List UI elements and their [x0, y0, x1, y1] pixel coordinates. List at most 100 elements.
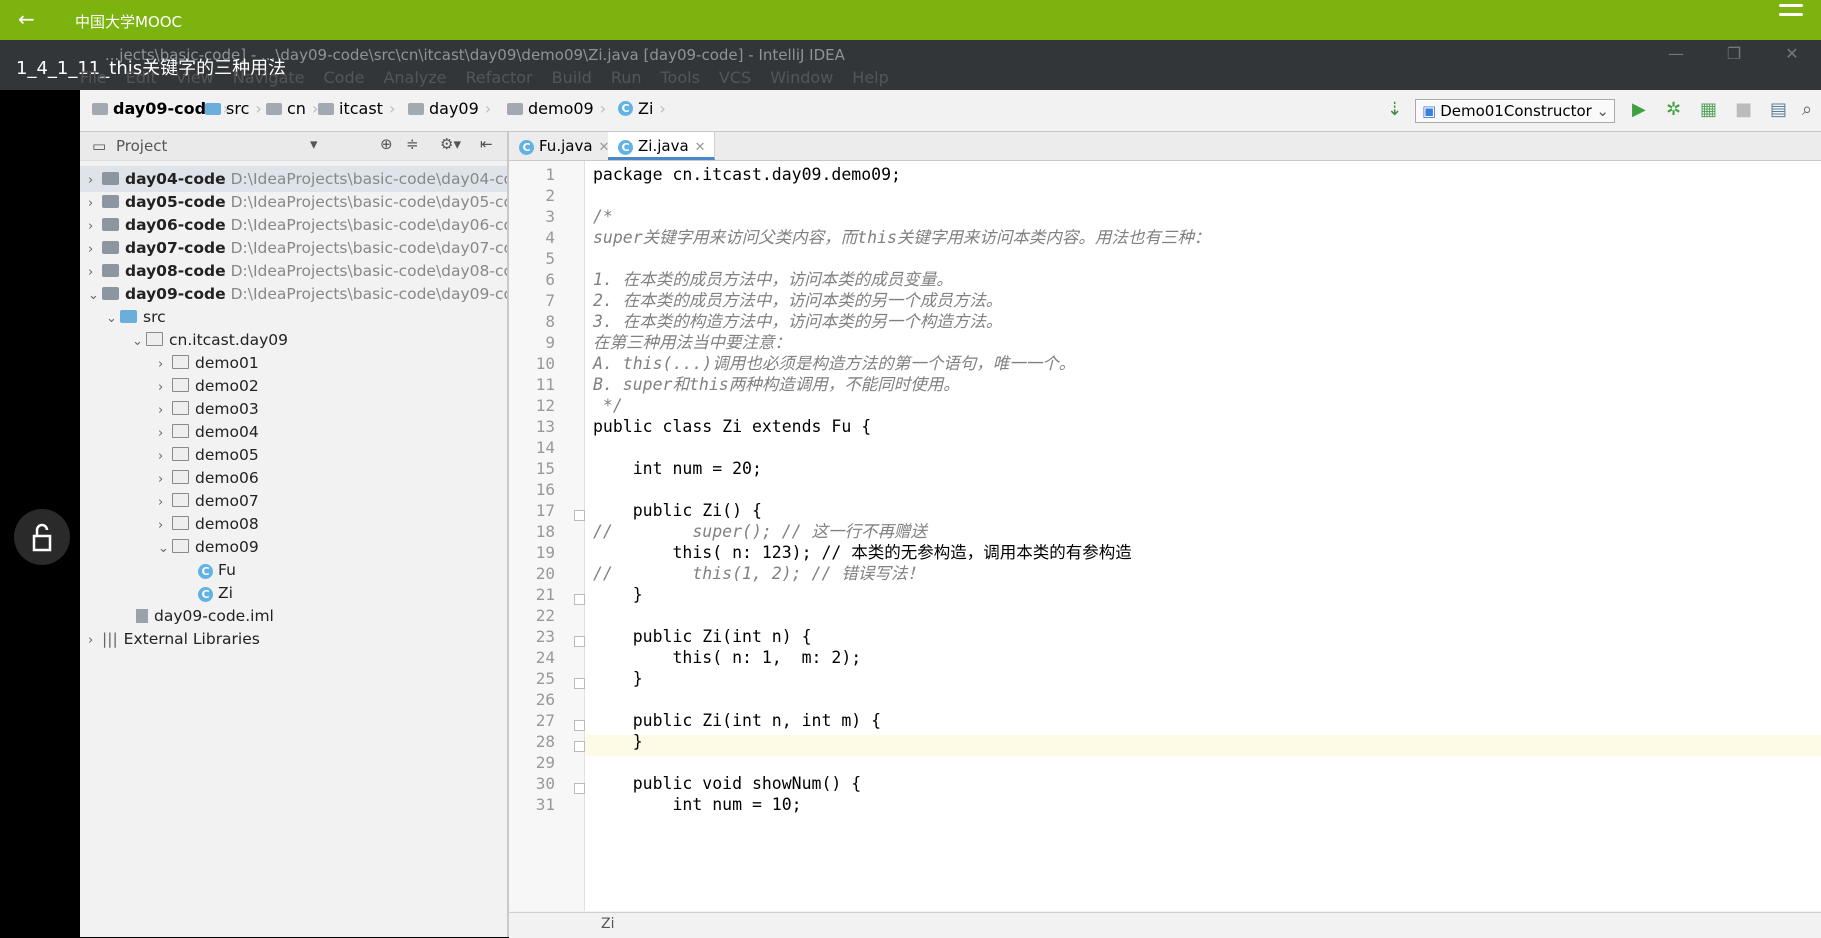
project-panel-header: ▭ Project ▾ ⊕ ≑ ⚙▾ ⇤	[80, 132, 507, 161]
class-icon: C	[618, 140, 633, 155]
code-line: 2. 在本类的成员方法中，访问本类的另一个成员方法。	[593, 291, 1003, 310]
breadcrumb-itcast[interactable]: itcast ›	[318, 99, 395, 118]
package-icon	[172, 424, 189, 438]
chevron-down-icon[interactable]: ▾	[310, 135, 318, 153]
project-panel-title[interactable]: Project	[116, 137, 167, 155]
breadcrumb-cn[interactable]: cn ›	[266, 99, 318, 118]
lock-button[interactable]	[14, 509, 70, 565]
folder-icon	[205, 102, 221, 115]
app-title: 中国大学MOOC	[75, 13, 183, 31]
menu-refactor[interactable]: Refactor	[466, 68, 533, 87]
menu-build[interactable]: Build	[552, 68, 592, 87]
code-editor[interactable]: 1 2 3 4 5 6 7 8 9 10 11 12 13 14 15 16 1…	[509, 161, 1821, 911]
code-line: */	[593, 396, 623, 415]
package-icon	[172, 378, 189, 392]
collapse-icon[interactable]: ≑	[406, 135, 419, 153]
tab-fu-java[interactable]: C Fu.java ✕	[509, 132, 619, 160]
code-line: 3. 在本类的构造方法中，访问本类的另一个构造方法。	[593, 312, 1003, 331]
code-line: super关键字用来访问父类内容，而this关键字用来访问本类内容。用法也有三种…	[593, 228, 1211, 247]
code-line: 在第三种用法当中要注意：	[593, 333, 791, 352]
run-icon[interactable]: ▶	[1632, 99, 1646, 120]
code-line: public void showNum() {	[593, 774, 862, 793]
package-icon	[172, 355, 189, 369]
menu-file[interactable]: File	[80, 68, 107, 87]
code-line: }	[593, 732, 643, 751]
locate-icon[interactable]: ⊕	[380, 135, 393, 153]
menu-edit[interactable]: Edit	[126, 68, 157, 87]
module-icon	[102, 241, 119, 254]
file-icon	[136, 609, 148, 623]
menu-window[interactable]: Window	[770, 68, 833, 87]
project-structure-icon[interactable]: ▤	[1770, 99, 1787, 120]
app-top-bar: ← 中国大学MOOC	[0, 0, 1821, 40]
code-line: int num = 20;	[593, 459, 762, 478]
run-configuration-select[interactable]: ▣ Demo01Constructor ⌄	[1415, 99, 1615, 123]
code-line: public Zi() {	[593, 501, 762, 520]
lock-icon	[32, 523, 52, 552]
module-icon	[102, 195, 119, 208]
coverage-icon[interactable]: ▦	[1700, 99, 1717, 120]
package-icon	[172, 447, 189, 461]
fold-marker-icon[interactable]	[574, 594, 585, 605]
search-icon[interactable]: ⌕	[1802, 99, 1812, 120]
build-icon[interactable]: ⇣	[1387, 99, 1402, 120]
package-icon	[172, 539, 189, 553]
menu-view[interactable]: View	[176, 68, 214, 87]
breadcrumb-day09[interactable]: day09 ›	[408, 99, 491, 118]
package-icon	[172, 470, 189, 484]
stop-icon[interactable]: ■	[1735, 99, 1752, 120]
folder-icon	[318, 102, 334, 115]
class-icon: C	[198, 587, 213, 602]
tree-external-libraries[interactable]: › ||| External Libraries	[80, 626, 260, 652]
editor-tabs: C Fu.java ✕ C Zi.java ✕	[509, 132, 1821, 161]
menu-code[interactable]: Code	[324, 68, 365, 87]
breadcrumb-src[interactable]: src ›	[205, 99, 262, 118]
code-line: }	[593, 669, 643, 688]
fold-marker-icon[interactable]	[574, 720, 585, 731]
menu-help[interactable]: Help	[852, 68, 888, 87]
window-controls: — ❐ ✕	[1647, 44, 1821, 63]
fold-marker-icon[interactable]	[574, 636, 585, 647]
menu-analyze[interactable]: Analyze	[383, 68, 446, 87]
code-line: this( n: 123); // 本类的无参构造，调用本类的有参构造	[593, 543, 1132, 562]
current-line-highlight	[585, 735, 1821, 756]
project-tree: › day04-code D:\IdeaProjects\basic-code\d…	[80, 161, 507, 937]
folder-icon	[408, 102, 424, 115]
code-line: // this(1, 2); // 错误写法！	[593, 564, 924, 583]
menu-tools[interactable]: Tools	[661, 68, 700, 87]
navigation-bar: day09-code › src › cn › itcast › day09 › demo…	[80, 90, 1821, 132]
arrow-left-icon[interactable]: ←	[18, 6, 35, 32]
package-icon	[146, 332, 163, 346]
tab-zi-java[interactable]: C Zi.java ✕	[608, 132, 715, 160]
debug-icon[interactable]: ✲	[1666, 99, 1681, 120]
folder-icon	[266, 102, 282, 115]
close-icon[interactable]: ✕	[695, 140, 706, 155]
fold-marker-icon[interactable]	[574, 510, 585, 521]
breadcrumb-zi[interactable]: C Zi ›	[618, 99, 666, 118]
hamburger-menu-icon[interactable]	[1779, 4, 1803, 22]
module-icon	[102, 287, 119, 300]
fold-marker-icon[interactable]	[574, 741, 585, 752]
breadcrumb-demo09[interactable]: demo09 ›	[507, 99, 606, 118]
menu-navigate[interactable]: Navigate	[233, 68, 305, 87]
module-icon	[102, 218, 119, 231]
code-line: public Zi(int n) {	[593, 627, 812, 646]
code-line: package cn.itcast.day09.demo09;	[593, 165, 901, 184]
menu-run[interactable]: Run	[611, 68, 642, 87]
minimize-icon[interactable]: —	[1647, 44, 1705, 63]
close-icon[interactable]: ✕	[1763, 44, 1821, 63]
editor-status-bar: Zi	[509, 912, 1821, 938]
module-icon	[92, 102, 108, 115]
fold-marker-icon[interactable]	[574, 678, 585, 689]
hide-panel-icon[interactable]: ⇤	[480, 135, 493, 153]
class-icon: C	[198, 564, 213, 579]
fold-marker-icon[interactable]	[574, 783, 585, 794]
maximize-icon[interactable]: ❐	[1705, 44, 1763, 63]
code-line: 1. 在本类的成员方法中，访问本类的成员变量。	[593, 270, 953, 289]
package-icon	[172, 516, 189, 530]
ide-menu-bar: File Edit View Navigate Code Analyze Refactor B…	[80, 68, 908, 90]
menu-vcs[interactable]: VCS	[719, 68, 751, 87]
gear-icon[interactable]: ⚙▾	[440, 135, 461, 153]
code-line: int num = 10;	[593, 795, 802, 814]
code-line: this( n: 1, m: 2);	[593, 648, 862, 667]
